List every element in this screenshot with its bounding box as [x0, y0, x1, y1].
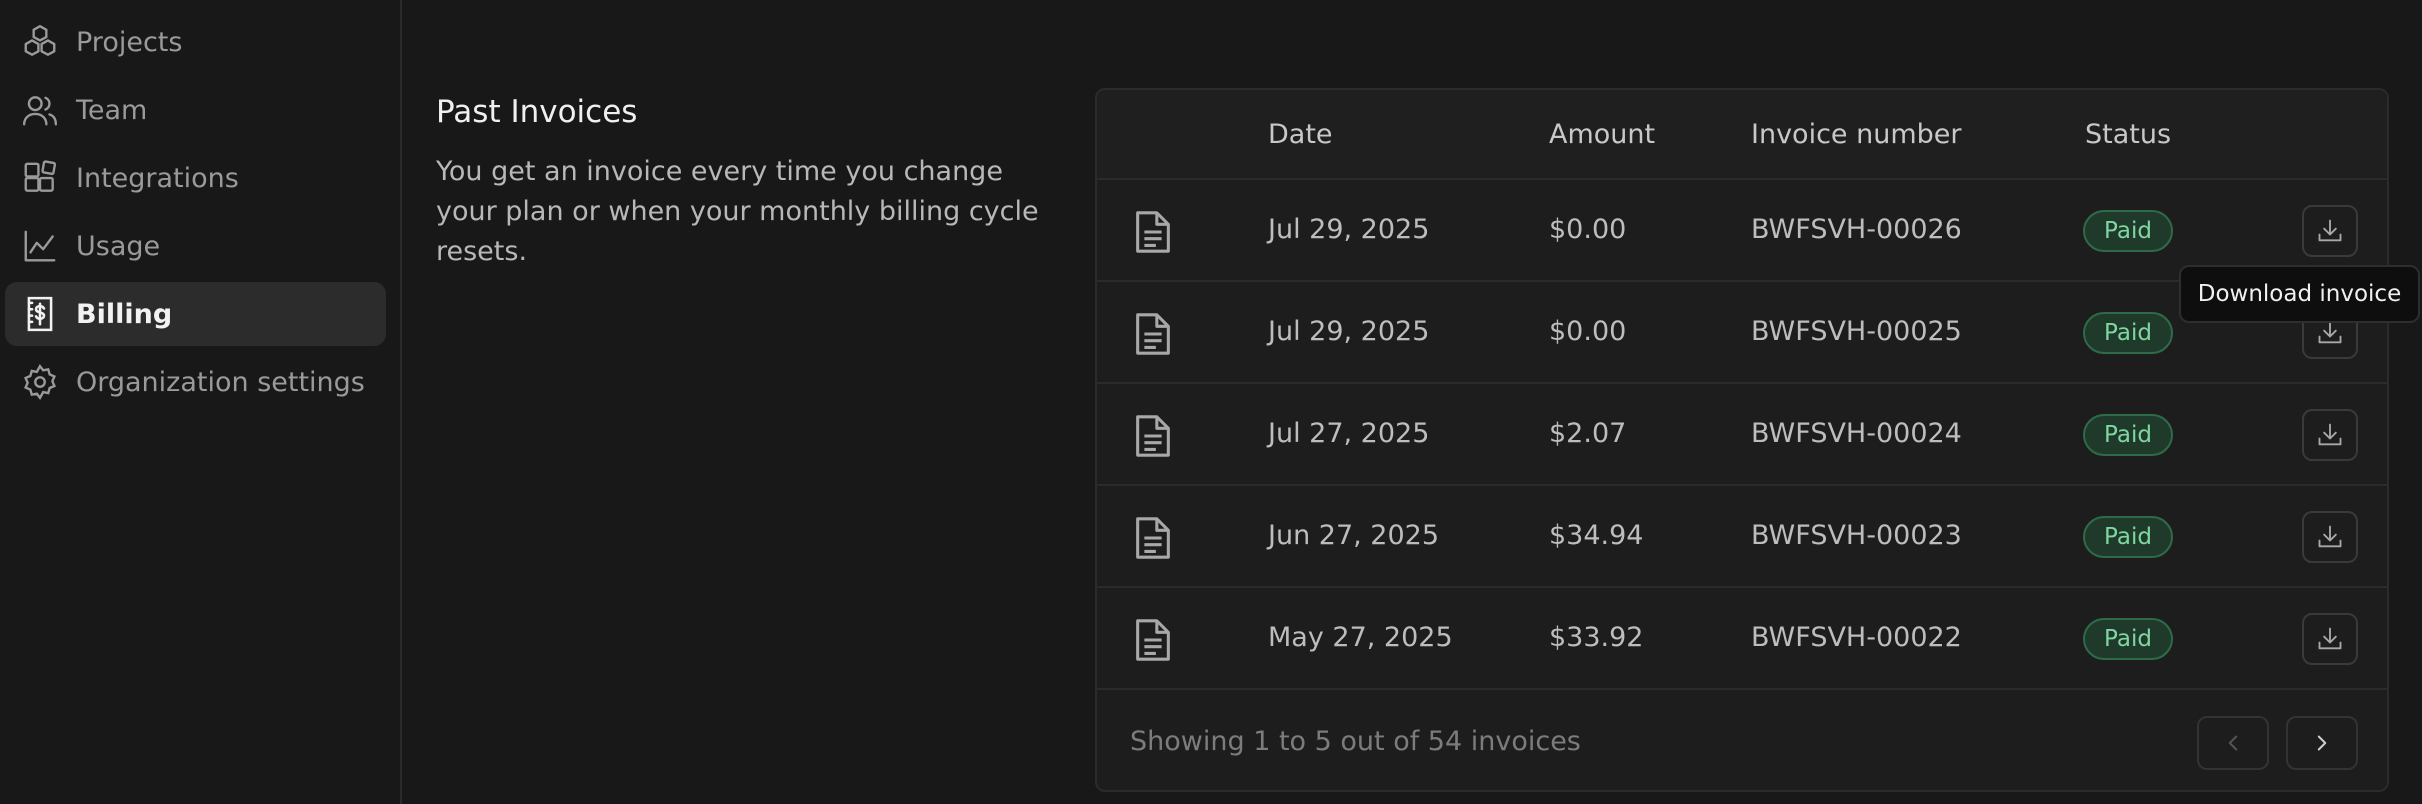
invoice-number: BWFSVH-00026	[1751, 214, 1962, 245]
grid-plus-icon	[20, 158, 60, 198]
download-invoice-button[interactable]	[2302, 613, 2358, 665]
document-icon	[1136, 619, 1170, 661]
download-invoice-button[interactable]	[2302, 511, 2358, 563]
invoice-amount: $0.00	[1549, 214, 1627, 245]
document-icon	[1136, 313, 1170, 355]
document-icon	[1136, 415, 1170, 457]
sidebar-item-integrations[interactable]: Integrations	[5, 146, 386, 210]
table-row: Jun 27, 2025 $34.94 BWFSVH-00023 Paid	[1097, 486, 2387, 588]
chevron-right-icon	[2317, 735, 2327, 751]
download-tooltip: Download invoice	[2179, 265, 2420, 323]
status-badge: Paid	[2083, 414, 2173, 456]
cubes-icon	[20, 22, 60, 62]
invoice-date: Jul 29, 2025	[1268, 316, 1430, 347]
section-description: You get an invoice every time you change…	[436, 156, 1039, 267]
chart-line-icon	[20, 226, 60, 266]
invoice-number: BWFSVH-00025	[1751, 316, 1962, 347]
download-icon	[2318, 321, 2342, 344]
invoice-number: BWFSVH-00023	[1751, 520, 1962, 551]
status-badge: Paid	[2083, 312, 2173, 354]
status-badge: Paid	[2083, 210, 2173, 252]
invoices-table: Date Amount Invoice number Status Jul 29…	[1095, 88, 2389, 792]
receipt-dollar-icon	[20, 294, 60, 334]
users-icon	[20, 90, 60, 130]
download-invoice-button[interactable]	[2302, 205, 2358, 257]
gear-icon	[20, 362, 60, 402]
chevron-left-icon	[2228, 735, 2238, 751]
invoice-amount: $0.00	[1549, 316, 1627, 347]
column-header-invoice-number: Invoice number	[1751, 119, 1962, 150]
download-icon	[2318, 219, 2342, 242]
next-page-button[interactable]	[2286, 716, 2358, 770]
document-icon	[1136, 517, 1170, 559]
download-icon	[2318, 525, 2342, 548]
invoice-amount: $33.92	[1549, 622, 1644, 653]
column-header-status: Status	[2085, 119, 2172, 150]
table-header: Date Amount Invoice number Status	[1097, 90, 2387, 180]
status-badge: Paid	[2083, 516, 2173, 558]
table-row: May 27, 2025 $33.92 BWFSVH-00022 Paid	[1097, 588, 2387, 690]
invoice-number: BWFSVH-00024	[1751, 418, 1962, 449]
sidebar-item-organization-settings[interactable]: Organization settings	[5, 350, 386, 414]
download-icon	[2318, 627, 2342, 650]
sidebar-item-label: Projects	[76, 26, 183, 58]
invoice-date: Jun 27, 2025	[1268, 520, 1440, 551]
invoice-date: Jul 27, 2025	[1268, 418, 1430, 449]
invoice-number: BWFSVH-00022	[1751, 622, 1962, 653]
sidebar-item-billing[interactable]: Billing	[5, 282, 386, 346]
pagination-summary: Showing 1 to 5 out of 54 invoices	[1130, 726, 1581, 757]
column-header-date: Date	[1268, 119, 1333, 150]
sidebar-item-label: Integrations	[76, 162, 239, 194]
table-footer: Showing 1 to 5 out of 54 invoices	[1097, 692, 2387, 790]
previous-page-button[interactable]	[2197, 716, 2269, 770]
invoice-date: May 27, 2025	[1268, 622, 1453, 653]
download-invoice-button[interactable]	[2302, 409, 2358, 461]
sidebar-item-projects[interactable]: Projects	[5, 10, 386, 74]
sidebar-item-usage[interactable]: Usage	[5, 214, 386, 278]
sidebar-item-label: Billing	[76, 298, 173, 330]
sidebar-item-label: Organization settings	[76, 366, 365, 398]
sidebar-item-label: Team	[76, 94, 148, 126]
invoice-date: Jul 29, 2025	[1268, 214, 1430, 245]
sidebar-item-team[interactable]: Team	[5, 78, 386, 142]
table-row: Jul 27, 2025 $2.07 BWFSVH-00024 Paid	[1097, 384, 2387, 486]
invoice-amount: $2.07	[1549, 418, 1627, 449]
invoice-amount: $34.94	[1549, 520, 1644, 551]
status-badge: Paid	[2083, 618, 2173, 660]
document-icon	[1136, 211, 1170, 253]
sidebar-item-label: Usage	[76, 230, 161, 262]
column-header-amount: Amount	[1549, 119, 1656, 150]
sidebar: Projects Team Integrations Usage Billing…	[0, 0, 402, 804]
download-icon	[2318, 423, 2342, 446]
page-title: Past Invoices	[436, 94, 638, 130]
